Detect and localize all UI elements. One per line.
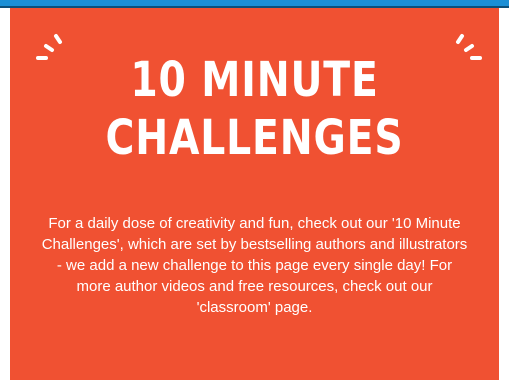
banner-title: 10 MINUTE CHALLENGES (10, 56, 499, 162)
banner-title-line-1: 10 MINUTE (130, 52, 379, 108)
banner-title-line-2: CHALLENGES (105, 110, 404, 166)
challenges-banner: 10 MINUTE CHALLENGES For a daily dose of… (10, 8, 499, 380)
page-margin (499, 8, 509, 380)
banner-description: For a daily dose of creativity and fun, … (41, 215, 468, 316)
